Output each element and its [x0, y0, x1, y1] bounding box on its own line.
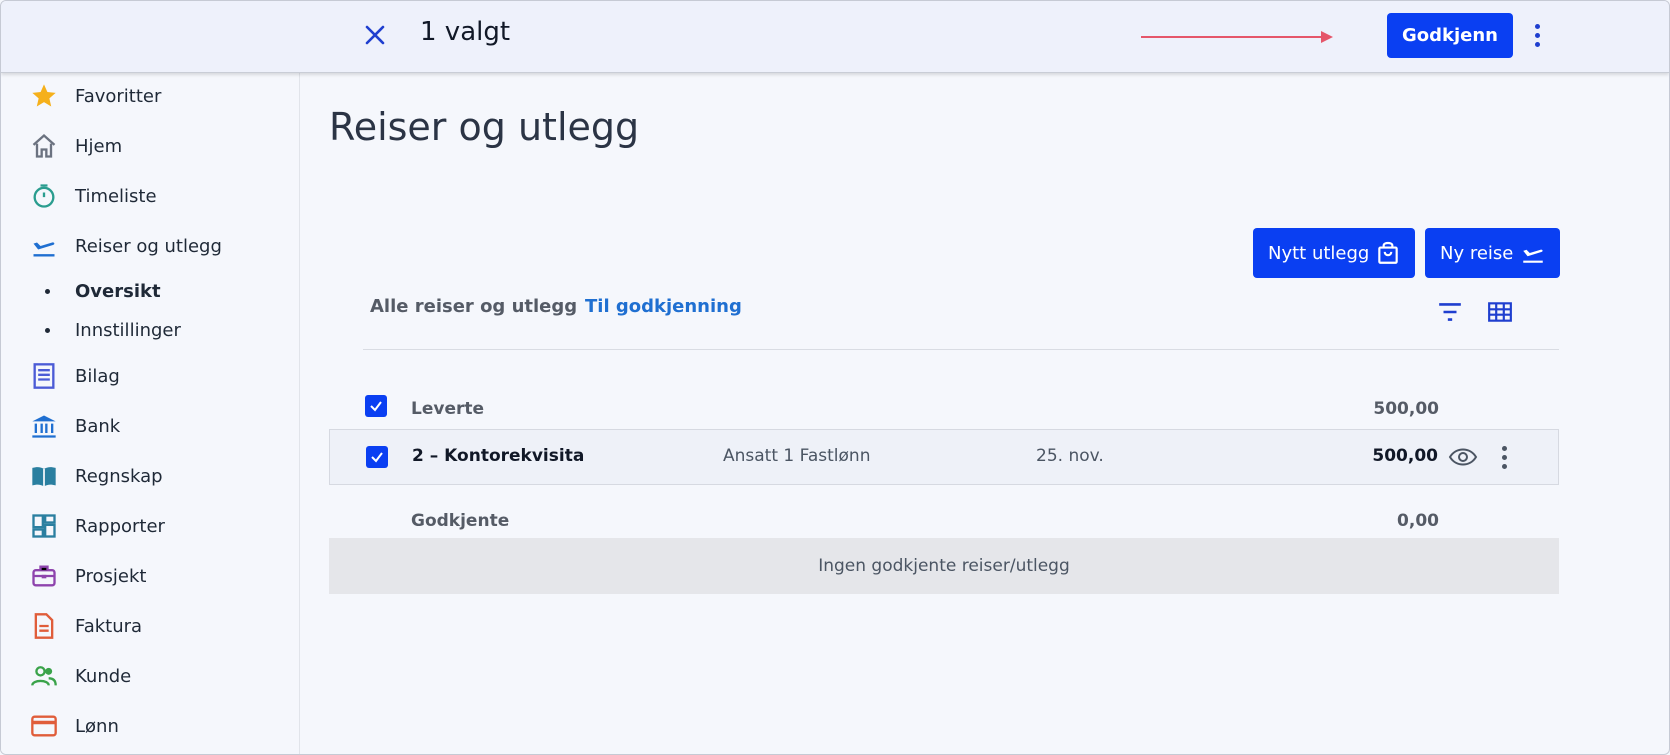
sidebar-item-label: Timeliste — [75, 185, 157, 207]
sidebar-subitem-label: Innstillinger — [75, 319, 181, 341]
briefcase-icon — [29, 562, 59, 590]
stopwatch-icon — [29, 182, 59, 210]
sidebar-item-kunde[interactable]: Kunde — [1, 656, 300, 696]
new-expense-button[interactable]: Nytt utlegg — [1253, 228, 1415, 278]
dashboard-icon — [29, 512, 59, 540]
sidebar-item-label: Hjem — [75, 135, 123, 157]
sidebar-item-hjem[interactable]: Hjem — [1, 126, 300, 166]
sidebar-item-reiser-og-utlegg[interactable]: Reiser og utlegg — [1, 226, 300, 266]
sidebar-item-label: Rapporter — [75, 515, 165, 537]
sidebar-item-lonn[interactable]: Lønn — [1, 706, 300, 746]
tabs-divider — [363, 349, 1559, 350]
airplane-takeoff-icon — [1520, 240, 1546, 266]
sidebar-item-favoritter[interactable]: Favoritter — [1, 76, 300, 116]
sidebar-item-label: Reiser og utlegg — [75, 235, 222, 257]
select-all-delivered-checkbox[interactable] — [365, 395, 387, 417]
card-icon — [29, 712, 59, 740]
people-icon — [29, 662, 59, 690]
new-trip-label: Ny reise — [1440, 242, 1514, 264]
sidebar-item-timeliste[interactable]: Timeliste — [1, 176, 300, 216]
tab-alle-reiser-og-utlegg[interactable]: Alle reiser og utlegg — [370, 296, 577, 317]
group-label-approved: Godkjente — [411, 511, 510, 531]
row-title: 2 – Kontorekvisita — [412, 446, 585, 466]
approve-button[interactable]: Godkjenn — [1387, 13, 1513, 58]
sidebar-item-label: Favoritter — [75, 85, 162, 107]
empty-state-text: Ingen godkjente reiser/utlegg — [818, 556, 1070, 576]
selection-bar: 1 valgt Godkjenn — [1, 1, 1669, 73]
sidebar-item-prosjekt[interactable]: Prosjekt — [1, 556, 300, 596]
row-date: 25. nov. — [1036, 446, 1104, 466]
new-trip-button[interactable]: Ny reise — [1425, 228, 1560, 278]
sidebar-item-regnskap[interactable]: Regnskap — [1, 456, 300, 496]
sidebar-item-bank[interactable]: Bank — [1, 406, 300, 446]
bank-icon — [29, 412, 59, 440]
shopping-bag-icon — [1375, 240, 1401, 266]
annotation-arrow-line — [1141, 36, 1331, 38]
page-title: Reiser og utlegg — [329, 105, 640, 149]
document-icon — [29, 612, 59, 640]
sidebar-item-label: Faktura — [75, 615, 143, 637]
close-icon[interactable] — [359, 19, 391, 51]
tab-til-godkjenning[interactable]: Til godkjenning — [585, 296, 742, 317]
star-icon — [29, 82, 59, 110]
app-window: 1 valgt Godkjenn Favoritter Hjem Timelis… — [0, 0, 1670, 755]
airplane-takeoff-icon — [29, 232, 59, 260]
sidebar-subitem-label: Oversikt — [75, 280, 161, 302]
sidebar-item-bilag[interactable]: Bilag — [1, 356, 300, 396]
sidebar-item-label: Prosjekt — [75, 565, 147, 587]
group-amount-approved: 0,00 — [1397, 511, 1439, 531]
sidebar-subitem-oversikt[interactable]: Oversikt — [1, 274, 300, 308]
sidebar-item-rapporter[interactable]: Rapporter — [1, 506, 300, 546]
row-more-options-icon[interactable] — [1494, 442, 1514, 472]
table-row[interactable]: 2 – Kontorekvisita Ansatt 1 Fastlønn 25.… — [329, 429, 1559, 485]
home-icon — [29, 132, 59, 160]
selected-count: 1 valgt — [420, 17, 511, 47]
group-label-delivered: Leverte — [411, 399, 485, 419]
more-options-icon[interactable] — [1525, 19, 1549, 51]
sidebar-item-label: Lønn — [75, 715, 119, 737]
sidebar: Favoritter Hjem Timeliste Reiser og utle… — [1, 73, 300, 754]
sidebar-item-faktura[interactable]: Faktura — [1, 606, 300, 646]
new-expense-label: Nytt utlegg — [1268, 242, 1370, 264]
sidebar-item-label: Bank — [75, 415, 121, 437]
sidebar-item-label: Kunde — [75, 665, 132, 687]
sidebar-item-label: Regnskap — [75, 465, 163, 487]
eye-icon[interactable] — [1448, 444, 1478, 470]
filter-icon[interactable] — [1436, 299, 1464, 325]
row-employee: Ansatt 1 Fastlønn — [723, 446, 871, 466]
group-amount-delivered: 500,00 — [1373, 399, 1439, 419]
grid-view-icon[interactable] — [1486, 299, 1514, 325]
annotation-arrow-head — [1321, 31, 1333, 43]
sidebar-item-label: Bilag — [75, 365, 120, 387]
bullet — [45, 288, 50, 294]
sidebar-subitem-innstillinger[interactable]: Innstillinger — [1, 313, 300, 347]
book-icon — [29, 462, 59, 490]
bullet — [45, 327, 50, 333]
empty-state: Ingen godkjente reiser/utlegg — [329, 538, 1559, 594]
row-amount: 500,00 — [1372, 446, 1438, 466]
row-checkbox[interactable] — [366, 446, 388, 468]
receipt-icon — [29, 362, 59, 390]
